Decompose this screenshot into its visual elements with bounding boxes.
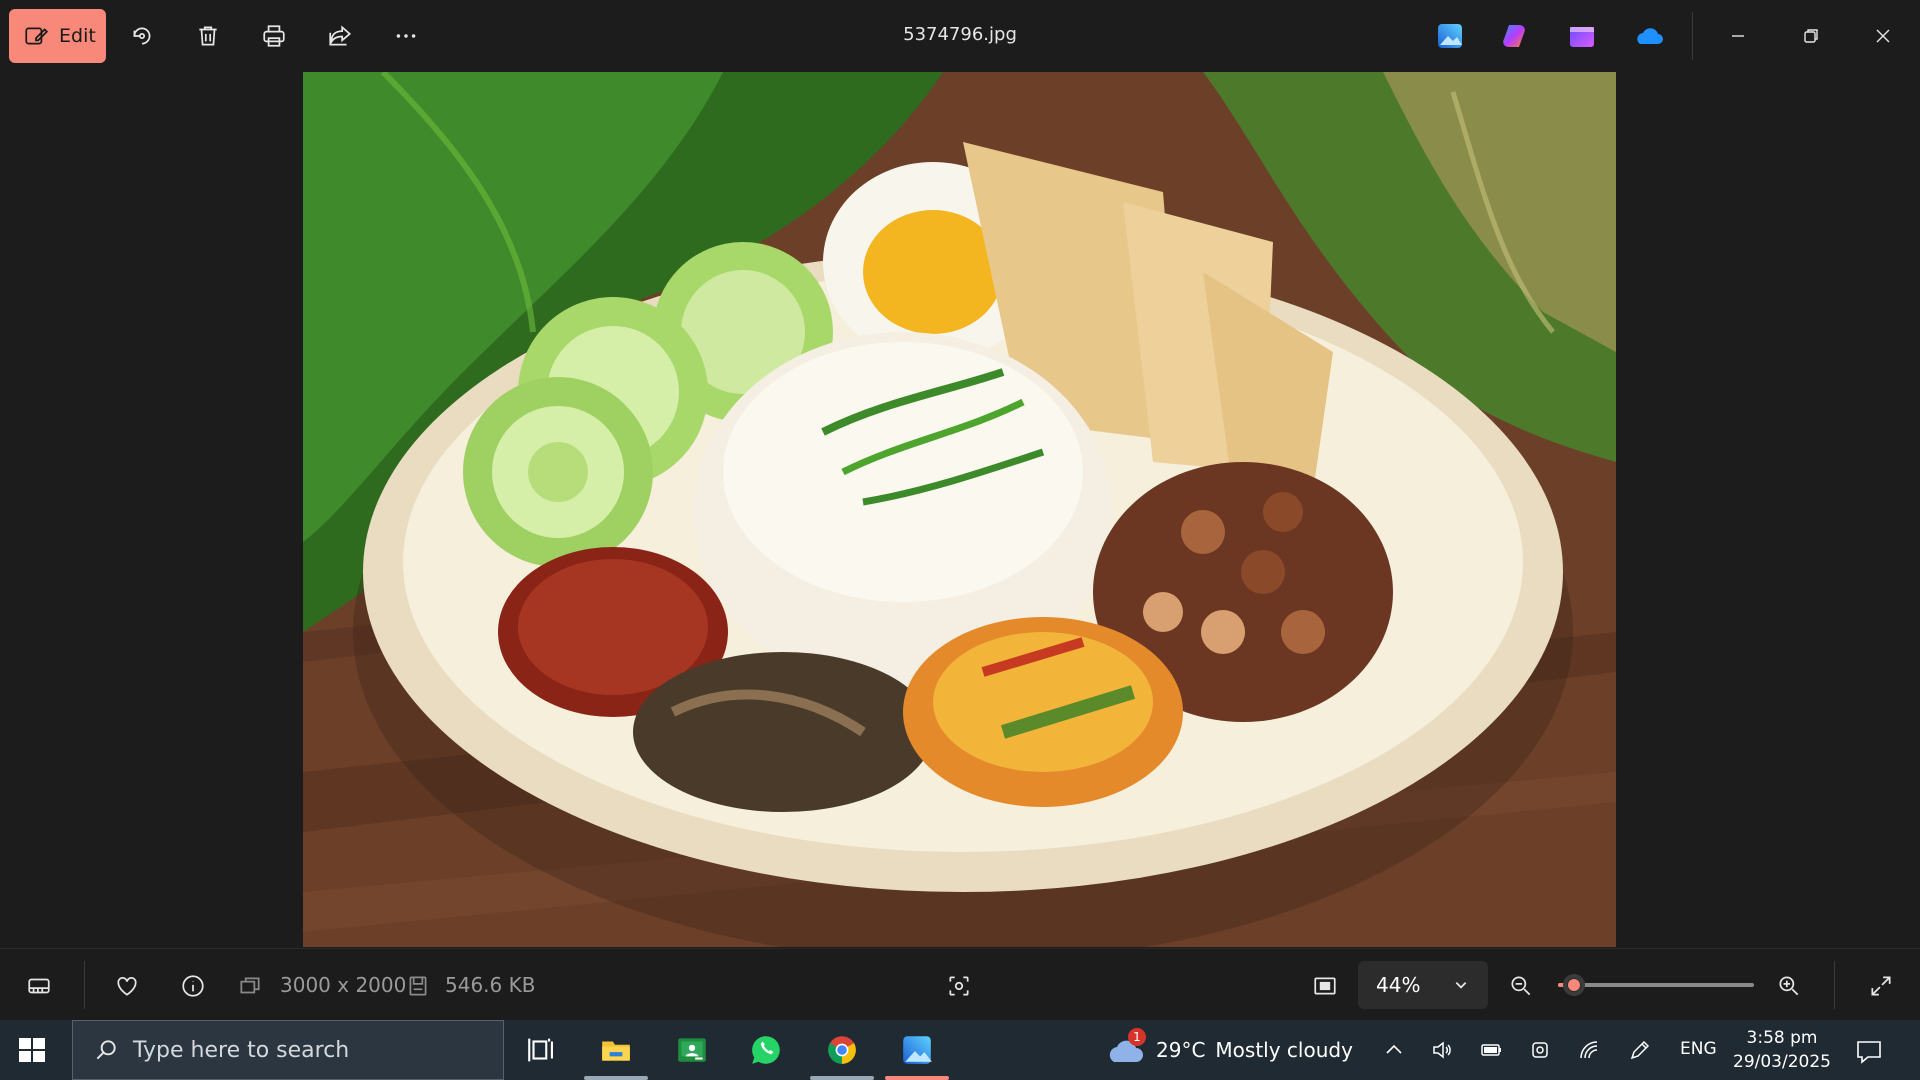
heart-icon bbox=[117, 977, 137, 996]
taskbar-clock[interactable]: 3:58 pm 29/03/2025 bbox=[1730, 1026, 1834, 1074]
camera-icon bbox=[1532, 1042, 1548, 1058]
top-toolbar: Edit 5374796.jpg bbox=[0, 0, 1920, 72]
zoom-slider-thumb[interactable] bbox=[1562, 974, 1585, 996]
file-info-button[interactable] bbox=[176, 969, 210, 1003]
restore-icon bbox=[1804, 29, 1818, 43]
image-dimensions: 3000 x 2000 bbox=[280, 973, 407, 997]
notification-center-icon[interactable] bbox=[1854, 1036, 1884, 1066]
input-language[interactable]: ENG bbox=[1680, 1039, 1717, 1059]
zoom-out-button[interactable] bbox=[1504, 969, 1538, 1003]
weather-widget[interactable]: 1 29°C Mostly cloudy bbox=[1106, 1028, 1353, 1070]
toolbar-divider bbox=[1692, 12, 1693, 60]
edit-label: Edit bbox=[59, 25, 96, 47]
edit-button[interactable]: Edit bbox=[9, 9, 106, 63]
windows-taskbar: Type here to search 1 29°C Mostly cloudy… bbox=[0, 1020, 1920, 1080]
network-button[interactable] bbox=[1575, 1036, 1603, 1064]
more-button[interactable] bbox=[388, 18, 424, 54]
search-icon bbox=[96, 1040, 116, 1060]
displayed-photo[interactable] bbox=[303, 72, 1616, 947]
active-app-indicator bbox=[810, 1076, 874, 1080]
clock-date: 29/03/2025 bbox=[1733, 1052, 1831, 1072]
bottom-divider bbox=[84, 961, 85, 1009]
chevron-down-icon bbox=[1455, 982, 1467, 989]
wifi-icon bbox=[1580, 1041, 1598, 1059]
delete-button[interactable] bbox=[190, 18, 226, 54]
zoom-in-icon bbox=[1779, 976, 1799, 996]
chrome-app[interactable] bbox=[810, 1028, 874, 1080]
folder-icon bbox=[602, 1041, 630, 1061]
weather-alert-badge: 1 bbox=[1128, 1028, 1146, 1046]
file-size: 546.6 KB bbox=[445, 973, 536, 997]
file-explorer-app[interactable] bbox=[584, 1028, 648, 1080]
chrome-icon bbox=[828, 1036, 856, 1064]
full-screen-button[interactable] bbox=[1864, 969, 1898, 1003]
whatsapp-app[interactable] bbox=[744, 1028, 788, 1072]
weather-icon-wrap: 1 bbox=[1106, 1028, 1146, 1070]
rotate-icon bbox=[133, 27, 151, 45]
whatsapp-icon bbox=[752, 1036, 780, 1064]
close-button[interactable] bbox=[1855, 12, 1911, 60]
photos-app-icon[interactable] bbox=[1434, 20, 1466, 52]
weather-condition: Mostly cloudy bbox=[1215, 1038, 1353, 1062]
speaker-icon bbox=[1433, 1041, 1451, 1059]
pen-icon bbox=[1630, 1040, 1650, 1060]
onedrive-app-icon[interactable] bbox=[1632, 20, 1664, 52]
visual-search-icon bbox=[949, 976, 969, 996]
clock-time: 3:58 pm bbox=[1746, 1028, 1818, 1048]
print-button[interactable] bbox=[256, 18, 292, 54]
fit-screen-icon bbox=[1314, 977, 1336, 995]
image-viewer[interactable] bbox=[0, 72, 1920, 948]
minimize-icon bbox=[1732, 35, 1744, 37]
bottom-divider bbox=[1834, 961, 1835, 1009]
expand-icon bbox=[1871, 976, 1891, 996]
filmstrip-icon bbox=[28, 978, 50, 994]
task-view-button[interactable] bbox=[520, 1028, 564, 1072]
active-app-indicator bbox=[885, 1076, 949, 1080]
rotate-button[interactable] bbox=[124, 18, 160, 54]
bottom-info-bar: 3000 x 2000 546.6 KB 44% bbox=[0, 948, 1920, 1020]
minimize-button[interactable] bbox=[1710, 12, 1766, 60]
photos-taskbar-app[interactable] bbox=[885, 1028, 949, 1080]
search-placeholder: Type here to search bbox=[133, 1037, 350, 1063]
show-hidden-icons-button[interactable] bbox=[1380, 1036, 1408, 1064]
weather-temperature: 29°C bbox=[1156, 1038, 1206, 1062]
fit-to-window-button[interactable] bbox=[1308, 969, 1342, 1003]
filmstrip-button[interactable] bbox=[22, 969, 56, 1003]
visual-search-button[interactable] bbox=[942, 969, 976, 1003]
battery-button[interactable] bbox=[1477, 1036, 1505, 1064]
close-icon bbox=[1876, 29, 1890, 43]
copilot-app-icon[interactable] bbox=[1500, 20, 1532, 52]
clipchamp-app-icon[interactable] bbox=[1566, 20, 1598, 52]
camera-tray-button[interactable] bbox=[1526, 1036, 1554, 1064]
food-plate-illustration bbox=[303, 72, 1616, 947]
taskbar-search-box[interactable]: Type here to search bbox=[72, 1020, 504, 1080]
info-icon bbox=[182, 975, 204, 997]
restore-button[interactable] bbox=[1783, 12, 1839, 60]
active-app-indicator bbox=[584, 1076, 648, 1080]
favorite-button[interactable] bbox=[110, 969, 144, 1003]
zoom-out-icon bbox=[1511, 976, 1531, 996]
dimensions-icon bbox=[236, 969, 264, 1003]
task-view-icon bbox=[528, 1038, 553, 1062]
delete-icon bbox=[199, 26, 217, 46]
zoom-level-value: 44% bbox=[1376, 973, 1421, 997]
classroom-icon bbox=[678, 1038, 706, 1062]
share-button[interactable] bbox=[322, 18, 358, 54]
photos-icon bbox=[903, 1036, 932, 1064]
zoom-level-dropdown[interactable]: 44% bbox=[1358, 961, 1488, 1009]
edit-image-icon bbox=[25, 27, 49, 45]
photos-app-window: Edit 5374796.jpg 3000 x 2000 546.6 KB 44… bbox=[0, 0, 1920, 1020]
zoom-in-button[interactable] bbox=[1772, 969, 1806, 1003]
print-icon bbox=[263, 25, 285, 47]
classroom-app[interactable] bbox=[670, 1028, 714, 1072]
battery-icon bbox=[1481, 1044, 1501, 1056]
windows-start-icon[interactable] bbox=[16, 1034, 48, 1066]
share-icon bbox=[329, 25, 352, 46]
more-icon bbox=[396, 34, 416, 38]
chevron-up-icon bbox=[1386, 1044, 1402, 1054]
pen-menu-button[interactable] bbox=[1626, 1036, 1654, 1064]
file-size-icon bbox=[404, 969, 432, 1003]
zoom-slider[interactable] bbox=[1558, 974, 1754, 996]
volume-button[interactable] bbox=[1428, 1036, 1456, 1064]
